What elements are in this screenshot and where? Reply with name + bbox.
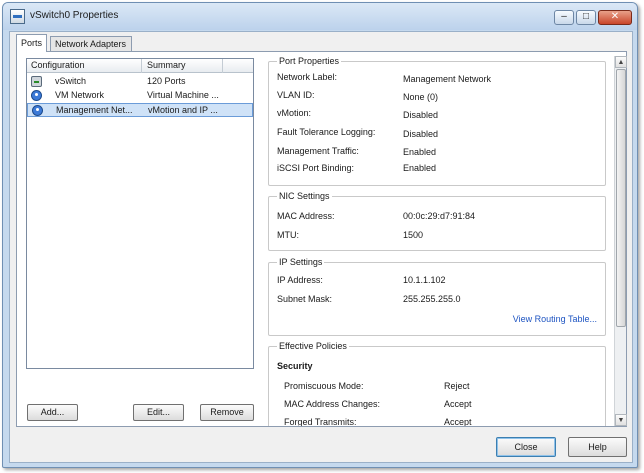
list-item-selected[interactable]: Management Net... vMotion and IP ...: [27, 103, 253, 117]
security-section-title: Security: [277, 361, 313, 371]
scroll-down-arrow-icon[interactable]: ▼: [615, 414, 627, 426]
property-label: MAC Address:: [277, 211, 335, 221]
property-value: Enabled: [403, 163, 437, 173]
port-properties-group: Port Properties Network Label: Managemen…: [268, 56, 606, 186]
column-divider[interactable]: [141, 59, 142, 73]
network-icon: [32, 105, 43, 116]
scroll-thumb[interactable]: [616, 69, 626, 327]
property-value: 00:0c:29:d7:91:84: [403, 211, 476, 221]
property-label: MTU:: [277, 230, 299, 240]
property-label: VLAN ID:: [277, 90, 315, 100]
list-item-summary: 120 Ports: [147, 76, 186, 86]
property-label: vMotion:: [277, 108, 312, 118]
property-value: 1500: [403, 230, 424, 240]
property-label: Network Label:: [277, 72, 338, 82]
list-item-summary: Virtual Machine ...: [147, 90, 219, 100]
properties-window: vSwitch0 Properties – □ ✕ Ports Network …: [2, 2, 638, 468]
minimize-button[interactable]: –: [554, 10, 574, 25]
network-icon: [31, 90, 42, 101]
property-value: Disabled: [403, 110, 439, 120]
app-icon: [10, 9, 25, 24]
title-bar[interactable]: vSwitch0 Properties – □ ✕: [3, 3, 637, 30]
policy-label: Promiscuous Mode:: [284, 381, 364, 391]
property-value: Disabled: [403, 129, 439, 139]
close-window-button[interactable]: ✕: [598, 10, 632, 25]
list-item-summary: vMotion and IP ...: [148, 105, 218, 115]
properties-pane: Port Properties Network Label: Managemen…: [262, 56, 614, 426]
group-title: NIC Settings: [277, 191, 332, 201]
effective-policies-group: Effective Policies Security Promiscuous …: [268, 341, 606, 426]
column-header-summary[interactable]: Summary: [147, 60, 186, 70]
property-label: Fault Tolerance Logging:: [277, 127, 376, 137]
list-item-name: vSwitch: [55, 76, 87, 86]
remove-button[interactable]: Remove: [200, 404, 254, 421]
scroll-up-arrow-icon[interactable]: ▲: [615, 56, 627, 68]
close-button[interactable]: Close: [496, 437, 556, 457]
view-routing-table-link[interactable]: View Routing Table...: [513, 314, 597, 324]
group-title: IP Settings: [277, 257, 325, 267]
property-label: iSCSI Port Binding:: [277, 163, 355, 173]
window-title: vSwitch0 Properties: [30, 10, 119, 21]
property-label: Management Traffic:: [277, 146, 359, 156]
dialog-client: Ports Network Adapters Configuration Sum…: [9, 31, 633, 463]
port-list[interactable]: Configuration Summary vSwitch 120 Ports …: [26, 58, 254, 369]
vswitch-icon: [31, 76, 42, 87]
property-label: Subnet Mask:: [277, 294, 333, 304]
property-value: 255.255.255.0: [403, 294, 461, 304]
list-item[interactable]: vSwitch 120 Ports: [27, 75, 253, 89]
list-item[interactable]: VM Network Virtual Machine ...: [27, 89, 253, 103]
property-value: Management Network: [403, 74, 492, 84]
column-header-configuration[interactable]: Configuration: [31, 60, 85, 70]
policy-label: Forged Transmits:: [284, 417, 357, 426]
policy-label: MAC Address Changes:: [284, 399, 381, 409]
vertical-scrollbar[interactable]: ▲ ▼: [614, 56, 627, 426]
tab-ports[interactable]: Ports: [16, 34, 48, 52]
policy-value: Accept: [444, 417, 472, 426]
ip-settings-group: IP Settings IP Address: 10.1.1.102 Subne…: [268, 257, 606, 336]
property-label: IP Address:: [277, 275, 323, 285]
maximize-button[interactable]: □: [576, 10, 596, 25]
column-divider[interactable]: [222, 59, 223, 73]
property-value: 10.1.1.102: [403, 275, 446, 285]
policy-value: Accept: [444, 399, 472, 409]
ports-tab-panel: Configuration Summary vSwitch 120 Ports …: [16, 51, 627, 427]
edit-button[interactable]: Edit...: [133, 404, 184, 421]
property-value: Enabled: [403, 147, 437, 157]
property-value: None (0): [403, 92, 439, 102]
tab-network-adapters[interactable]: Network Adapters: [50, 36, 132, 52]
add-button[interactable]: Add...: [27, 404, 78, 421]
policy-value: Reject: [444, 381, 470, 391]
nic-settings-group: NIC Settings MAC Address: 00:0c:29:d7:91…: [268, 191, 606, 251]
list-item-name: VM Network: [55, 90, 105, 100]
group-title: Effective Policies: [277, 341, 349, 351]
list-header: Configuration Summary: [27, 59, 253, 73]
list-item-name: Management Net...: [56, 105, 133, 115]
group-title: Port Properties: [277, 56, 342, 66]
help-button[interactable]: Help: [568, 437, 627, 457]
